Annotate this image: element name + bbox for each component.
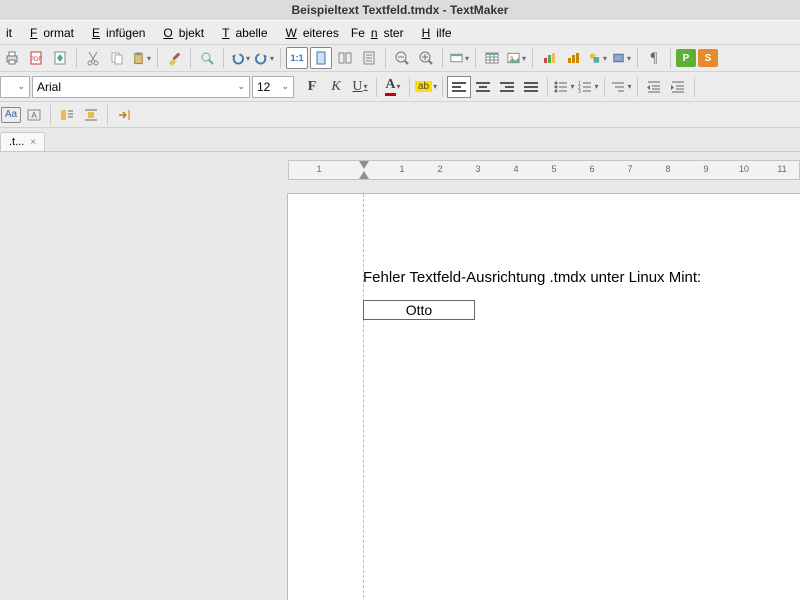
document-page[interactable]: Fehler Textfeld-Ausrichtung .tmdx unter …: [288, 194, 800, 600]
view-outline-button[interactable]: [358, 47, 380, 69]
format-bar: ⌄ Arial⌄ 12⌄ F K U A ab 123: [0, 72, 800, 102]
shapes-button[interactable]: [586, 47, 608, 69]
format-paintbrush-button[interactable]: [163, 47, 185, 69]
font-combo[interactable]: Arial⌄: [32, 76, 250, 98]
menu-format[interactable]: Format: [18, 26, 80, 40]
planmaker-badge[interactable]: P: [676, 49, 696, 67]
bold-button[interactable]: F: [300, 76, 324, 98]
svg-text:3: 3: [578, 89, 581, 95]
margin-guide: [363, 194, 364, 600]
ruler-num: 8: [665, 164, 670, 174]
multilevel-button[interactable]: [609, 76, 633, 98]
italic-button[interactable]: K: [324, 76, 348, 98]
align-left-button[interactable]: [447, 76, 471, 98]
font-size-combo[interactable]: 12⌄: [252, 76, 294, 98]
presentations-badge[interactable]: S: [698, 49, 718, 67]
ruler-num: 9: [703, 164, 708, 174]
ruler-num: 7: [627, 164, 632, 174]
chart2-button[interactable]: [562, 47, 584, 69]
print-button[interactable]: [1, 47, 23, 69]
direction-button[interactable]: [113, 104, 135, 126]
ruler-num: 5: [551, 164, 556, 174]
ruler-num: 6: [589, 164, 594, 174]
text-field-object[interactable]: Otto: [363, 300, 475, 320]
menu-objekt[interactable]: Objekt: [151, 26, 210, 40]
indent-button[interactable]: [666, 76, 690, 98]
ruler-num: 1: [316, 164, 321, 174]
font-name: Arial: [37, 80, 61, 94]
redo-button[interactable]: [253, 47, 275, 69]
menu-fenster[interactable]: Fenster: [345, 26, 410, 40]
menu-item-partial[interactable]: it: [0, 26, 18, 40]
workspace: 1 1 2 3 4 5 6 7 8 9 10 11 Fehler Textfel…: [0, 152, 800, 600]
textwrap2-button[interactable]: [80, 104, 102, 126]
align-right-button[interactable]: [495, 76, 519, 98]
epub-button[interactable]: [49, 47, 71, 69]
svg-text:PDF: PDF: [30, 57, 42, 63]
style-combo[interactable]: ⌄: [0, 76, 30, 98]
ruler-num: 4: [513, 164, 518, 174]
align-center-button[interactable]: [471, 76, 495, 98]
document-text-line[interactable]: Fehler Textfeld-Ausrichtung .tmdx unter …: [363, 269, 800, 286]
insert-table-button[interactable]: [481, 47, 503, 69]
underline-button[interactable]: U: [348, 76, 372, 98]
view-page-button[interactable]: [310, 47, 332, 69]
indent-first-line-marker[interactable]: [359, 161, 369, 169]
ruler-num: 3: [475, 164, 480, 174]
svg-text:A: A: [31, 111, 37, 120]
cut-button[interactable]: [82, 47, 104, 69]
ruler-num: 10: [739, 164, 749, 174]
highlight-button[interactable]: ab: [414, 76, 438, 98]
tab-label: .t...: [9, 136, 24, 148]
ruler-num: 1: [399, 164, 404, 174]
toolbar-main: PDF 1:1 ¶ P S: [0, 44, 800, 72]
horizontal-ruler[interactable]: 1 1 2 3 4 5 6 7 8 9 10 11: [288, 160, 800, 180]
document-tab[interactable]: .t... ×: [0, 132, 45, 151]
insert-image-button[interactable]: [505, 47, 527, 69]
view-multi-button[interactable]: [334, 47, 356, 69]
zoom-button[interactable]: [196, 47, 218, 69]
window-title: Beispieltext Textfeld.tmdx - TextMaker: [0, 0, 800, 20]
font-color-button[interactable]: A: [381, 76, 405, 98]
indent-left-marker[interactable]: [359, 171, 369, 179]
paste-button[interactable]: [130, 47, 152, 69]
zoom-out-button[interactable]: [391, 47, 413, 69]
align-justify-button[interactable]: [519, 76, 543, 98]
textwrap-button[interactable]: [56, 104, 78, 126]
view-1to1-button[interactable]: 1:1: [286, 47, 308, 69]
ruler-num: 11: [777, 164, 786, 174]
pilcrow-button[interactable]: ¶: [643, 47, 665, 69]
font-size: 12: [257, 80, 270, 94]
toolbar-objects: Aa A: [0, 102, 800, 128]
chart-button[interactable]: [538, 47, 560, 69]
ruler-num: 2: [437, 164, 442, 174]
menu-einfuegen[interactable]: Einfügen: [80, 26, 151, 40]
copy-button[interactable]: [106, 47, 128, 69]
bullets-button[interactable]: [552, 76, 576, 98]
shapes2-button[interactable]: [610, 47, 632, 69]
numbering-button[interactable]: 123: [576, 76, 600, 98]
close-icon[interactable]: ×: [30, 137, 36, 148]
menu-tabelle[interactable]: Tabelle: [210, 26, 273, 40]
menu-hilfe[interactable]: Hilfe: [410, 26, 458, 40]
textbox-aa-button[interactable]: Aa: [1, 107, 21, 123]
insert-object-button[interactable]: [448, 47, 470, 69]
textbox-a-button[interactable]: A: [23, 104, 45, 126]
menu-bar: it Format Einfügen Objekt Tabelle Weiter…: [0, 20, 800, 44]
document-tabs: .t... ×: [0, 128, 800, 152]
pdf-button[interactable]: PDF: [25, 47, 47, 69]
outdent-button[interactable]: [642, 76, 666, 98]
undo-button[interactable]: [229, 47, 251, 69]
menu-weiteres[interactable]: Weiteres: [274, 26, 345, 40]
zoom-in-button[interactable]: [415, 47, 437, 69]
